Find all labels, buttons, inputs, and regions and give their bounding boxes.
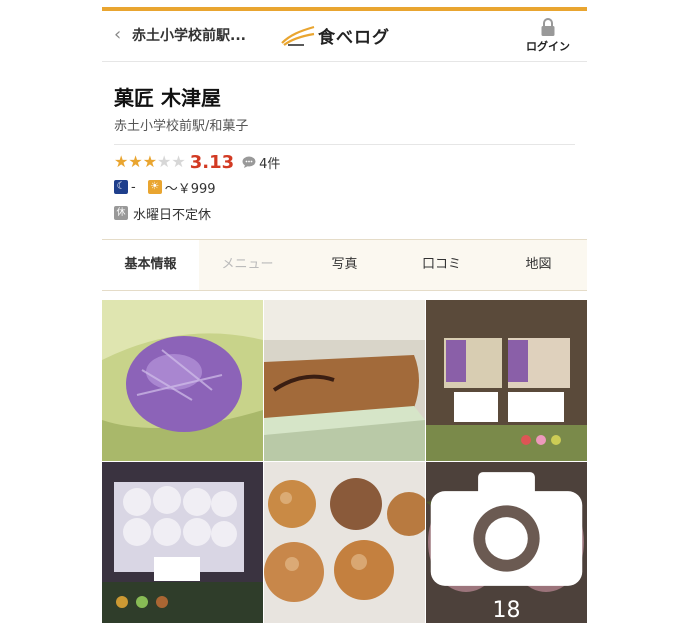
speech-bubble-icon — [242, 156, 256, 168]
shop-genre[interactable]: 赤土小学校前駅/和菓子 — [114, 115, 248, 134]
login-button[interactable]: ログイン — [523, 17, 573, 54]
holiday-icon: 休 — [114, 206, 128, 220]
photo-thumbnail[interactable] — [426, 300, 587, 461]
divider — [114, 144, 575, 145]
photo-thumbnail[interactable] — [102, 462, 263, 623]
tab-basic-info[interactable]: 基本情報 — [102, 240, 199, 290]
photo-count: 18 — [492, 598, 521, 623]
star-icon: ★ — [171, 152, 186, 171]
tab-photos[interactable]: 写真 — [296, 240, 393, 290]
tabelog-logo[interactable]: 食べログ — [280, 23, 390, 48]
star-icon: ★ — [157, 152, 172, 171]
dinner-budget: - — [131, 179, 136, 195]
star-icon: ★ — [128, 152, 143, 171]
chopsticks-icon — [281, 25, 315, 46]
rating-score: 3.13 — [189, 151, 235, 173]
rating-row: ★ ★ ★ ★ ★ 3.13 4件 — [114, 151, 280, 173]
photo-more-overlay: 18 — [426, 462, 587, 623]
logo-text: 食べログ — [318, 28, 390, 48]
header: ‹ 赤土小学校前駅... 食べログ ログイン — [102, 11, 587, 62]
review-count[interactable]: 4件 — [259, 153, 280, 172]
lock-icon — [541, 18, 555, 36]
tab-menu[interactable]: メニュー — [199, 240, 296, 290]
photo-thumbnail[interactable] — [102, 300, 263, 461]
holiday-row: 休 水曜日不定休 — [114, 204, 212, 223]
station-breadcrumb[interactable]: 赤土小学校前駅... — [132, 25, 246, 45]
restaurant-page: ‹ 赤土小学校前駅... 食べログ ログイン 菓匠 木津屋 赤土小学校前駅/和菓… — [102, 0, 587, 629]
photo-grid: 18 — [102, 300, 587, 623]
budget-row: ☾ - ☀ ～￥999 — [114, 178, 216, 197]
photo-more[interactable]: 18 — [426, 462, 587, 623]
chevron-left-icon[interactable]: ‹ — [114, 24, 121, 45]
holiday-text: 水曜日不定休 — [133, 207, 212, 223]
photo-thumbnail[interactable] — [264, 300, 425, 461]
dinner-moon-icon: ☾ — [114, 180, 128, 194]
shop-name: 菓匠 木津屋 — [114, 86, 221, 110]
star-icon: ★ — [114, 152, 129, 171]
tab-map[interactable]: 地図 — [490, 240, 587, 290]
lunch-budget: ～￥999 — [164, 181, 216, 197]
tab-bar: 基本情報 メニュー 写真 口コミ 地図 — [102, 239, 587, 291]
camera-icon — [430, 472, 583, 586]
lunch-sun-icon: ☀ — [147, 180, 162, 194]
photo-thumbnail[interactable] — [264, 462, 425, 623]
login-label: ログイン — [526, 40, 570, 53]
star-icon: ★ — [142, 152, 158, 171]
tab-reviews[interactable]: 口コミ — [393, 240, 490, 290]
